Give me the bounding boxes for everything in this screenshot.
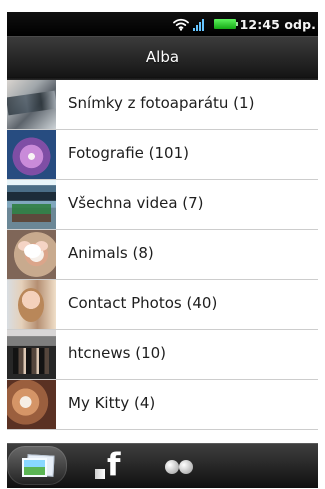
bottom-tab-bar: f — [7, 443, 318, 488]
album-label: Všechna videa (7) — [68, 194, 204, 212]
animals-thumbnail — [7, 230, 56, 279]
album-list: Snímky z fotoaparátu (1) Fotografie (101… — [7, 80, 318, 443]
album-label: Contact Photos (40) — [68, 294, 218, 312]
status-time: 12:45 odp. — [239, 16, 316, 32]
gallery-screen: 12:45 odp. Alba Snímky z fotoaparátu (1)… — [7, 12, 318, 488]
album-item-camera-roll[interactable]: Snímky z fotoaparátu (1) — [7, 80, 318, 130]
tab-albums[interactable] — [7, 446, 67, 485]
album-item-my-kitty[interactable]: My Kitty (4) — [7, 380, 318, 430]
signal-icon — [192, 18, 208, 31]
wifi-icon — [172, 18, 189, 31]
page-title: Alba — [145, 48, 180, 66]
album-label: My Kitty (4) — [68, 394, 156, 412]
header-bar: Alba — [7, 36, 318, 80]
album-label: Animals (8) — [68, 244, 154, 262]
video-scene-thumbnail — [7, 180, 56, 229]
htcnews-thumbnail — [7, 330, 56, 379]
album-item-contact-photos[interactable]: Contact Photos (40) — [7, 280, 318, 330]
facebook-letter: f — [107, 446, 121, 483]
status-bar: 12:45 odp. — [7, 12, 318, 36]
battery-icon — [213, 19, 238, 29]
flower-thumbnail — [7, 130, 56, 179]
tab-flickr[interactable] — [160, 446, 198, 485]
flickr-icon — [161, 458, 197, 474]
album-item-animals[interactable]: Animals (8) — [7, 230, 318, 280]
album-item-photos[interactable]: Fotografie (101) — [7, 130, 318, 180]
album-label: Fotografie (101) — [68, 144, 189, 162]
facebook-icon: f — [95, 446, 123, 483]
status-indicators: 12:45 odp. — [172, 15, 316, 33]
albums-icon — [21, 454, 53, 478]
album-label: htcnews (10) — [68, 344, 167, 362]
album-item-htcnews[interactable]: htcnews (10) — [7, 330, 318, 380]
tab-facebook[interactable]: f — [91, 446, 127, 485]
album-item-all-videos[interactable]: Všechna videa (7) — [7, 180, 318, 230]
album-label: Snímky z fotoaparátu (1) — [68, 94, 255, 112]
kitty-thumbnail — [7, 380, 56, 429]
camera-roll-thumbnail — [7, 80, 56, 129]
contact-photo-thumbnail — [7, 280, 56, 329]
